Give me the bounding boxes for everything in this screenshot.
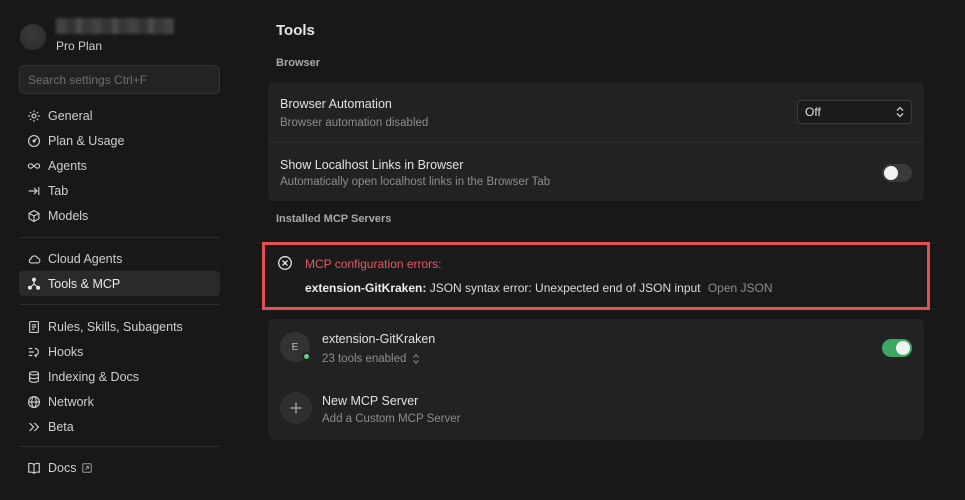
sidebar-item-rules[interactable]: Rules, Skills, Subagents [19, 314, 220, 339]
search-input[interactable] [19, 65, 220, 94]
double-chevron-icon [27, 420, 41, 434]
gauge-icon [27, 134, 41, 148]
infinity-icon [27, 159, 41, 173]
gear-icon [27, 109, 41, 123]
document-icon [27, 320, 41, 334]
error-title: MCP configuration errors: [305, 257, 442, 271]
nodes-icon [27, 277, 41, 291]
chevron-updown-icon [412, 354, 420, 364]
sidebar-item-label: Docs [48, 460, 77, 475]
sidebar-item-tab[interactable]: Tab [19, 178, 220, 203]
sidebar-item-label: Beta [48, 419, 74, 434]
section-browser-label: Browser [276, 57, 321, 69]
sidebar-item-beta[interactable]: Beta [19, 414, 220, 439]
sidebar-item-label: Indexing & Docs [48, 369, 140, 384]
new-server-row[interactable]: New MCP Server Add a Custom MCP Server [322, 394, 460, 425]
add-server-button[interactable] [280, 392, 312, 424]
mcp-error-banner: MCP configuration errors: extension-GitK… [262, 242, 930, 310]
sidebar-item-plan-usage[interactable]: Plan & Usage [19, 128, 220, 153]
sidebar-item-hooks[interactable]: Hooks [19, 339, 220, 364]
select-value: Off [805, 105, 821, 119]
globe-icon [27, 395, 41, 409]
new-server-title: New MCP Server [322, 394, 419, 408]
sidebar-divider [19, 446, 220, 447]
section-mcp-label: Installed MCP Servers [276, 213, 392, 225]
nav-group-2: Cloud Agents Tools & MCP [19, 246, 220, 296]
sidebar-item-general[interactable]: General [19, 103, 220, 128]
hooks-icon [27, 345, 41, 359]
browser-automation-row: Browser Automation Browser automation di… [280, 97, 428, 129]
cloud-icon [27, 252, 41, 266]
nav-group-3: Rules, Skills, Subagents Hooks Indexing … [19, 314, 220, 439]
browser-automation-select[interactable]: Off [797, 100, 912, 124]
avatar [20, 24, 46, 50]
plus-icon [289, 401, 303, 415]
sidebar-item-label: General [48, 108, 93, 123]
user-name-redacted [56, 18, 174, 34]
sidebar-item-cloud-agents[interactable]: Cloud Agents [19, 246, 220, 271]
chevron-updown-icon [895, 106, 905, 118]
book-icon [27, 461, 41, 475]
nav-group-1: General Plan & Usage Agents Tab Models [19, 103, 220, 228]
profile: Pro Plan [20, 16, 220, 56]
sidebar-item-label: Models [48, 208, 89, 223]
localhost-links-title: Show Localhost Links in Browser [280, 158, 464, 172]
sidebar-item-docs[interactable]: Docs [19, 455, 220, 480]
sidebar: Pro Plan General Plan & Usage Ag [0, 0, 230, 500]
server-tools-toggle[interactable]: 23 tools enabled [322, 353, 435, 365]
toggle-knob [896, 341, 910, 355]
server-enabled-toggle[interactable] [882, 339, 912, 357]
sidebar-item-label: Network [48, 394, 94, 409]
error-message: JSON syntax error: Unexpected end of JSO… [429, 281, 701, 295]
sidebar-divider [19, 304, 220, 305]
sidebar-item-label: Cloud Agents [48, 251, 123, 266]
localhost-links-toggle[interactable] [882, 164, 912, 182]
cube-icon [27, 209, 41, 223]
nav-group-4: Docs [19, 455, 220, 480]
sidebar-item-label: Tools & MCP [48, 276, 121, 291]
page-title: Tools [276, 22, 315, 39]
sidebar-item-label: Agents [48, 158, 87, 173]
tab-arrow-icon [27, 184, 41, 198]
sidebar-item-label: Tab [48, 183, 69, 198]
sidebar-item-label: Hooks [48, 344, 84, 359]
server-row: extension-GitKraken 23 tools enabled [322, 332, 435, 365]
sidebar-item-network[interactable]: Network [19, 389, 220, 414]
server-tools-count: 23 tools enabled [322, 353, 407, 365]
sidebar-divider [19, 237, 220, 238]
sidebar-item-label: Plan & Usage [48, 133, 125, 148]
toggle-knob [884, 166, 898, 180]
error-server-name: extension-GitKraken: [305, 281, 427, 295]
plan-label: Pro Plan [56, 39, 103, 53]
settings-window: Pro Plan General Plan & Usage Ag [0, 0, 965, 500]
sidebar-item-agents[interactable]: Agents [19, 153, 220, 178]
sidebar-item-models[interactable]: Models [19, 203, 220, 228]
error-detail: extension-GitKraken: JSON syntax error: … [305, 281, 773, 295]
server-name: extension-GitKraken [322, 332, 436, 346]
open-json-link[interactable]: Open JSON [708, 281, 773, 295]
new-server-subtitle: Add a Custom MCP Server [322, 413, 461, 425]
localhost-links-row: Show Localhost Links in Browser Automati… [280, 158, 550, 188]
mcp-servers-card: E extension-GitKraken 23 tools enabled N… [268, 319, 924, 440]
error-circle-x-icon [277, 255, 293, 271]
browser-automation-subtitle: Browser automation disabled [280, 117, 429, 129]
sidebar-item-label: Rules, Skills, Subagents [48, 319, 183, 334]
server-status-dot [302, 352, 311, 361]
sidebar-item-tools-mcp[interactable]: Tools & MCP [19, 271, 220, 296]
external-link-icon [82, 462, 93, 473]
localhost-links-subtitle: Automatically open localhost links in th… [280, 176, 551, 188]
browser-automation-title: Browser Automation [280, 97, 392, 111]
sidebar-item-indexing-docs[interactable]: Indexing & Docs [19, 364, 220, 389]
database-icon [27, 370, 41, 384]
card-divider [268, 142, 924, 143]
browser-settings-card: Browser Automation Browser automation di… [268, 82, 924, 201]
